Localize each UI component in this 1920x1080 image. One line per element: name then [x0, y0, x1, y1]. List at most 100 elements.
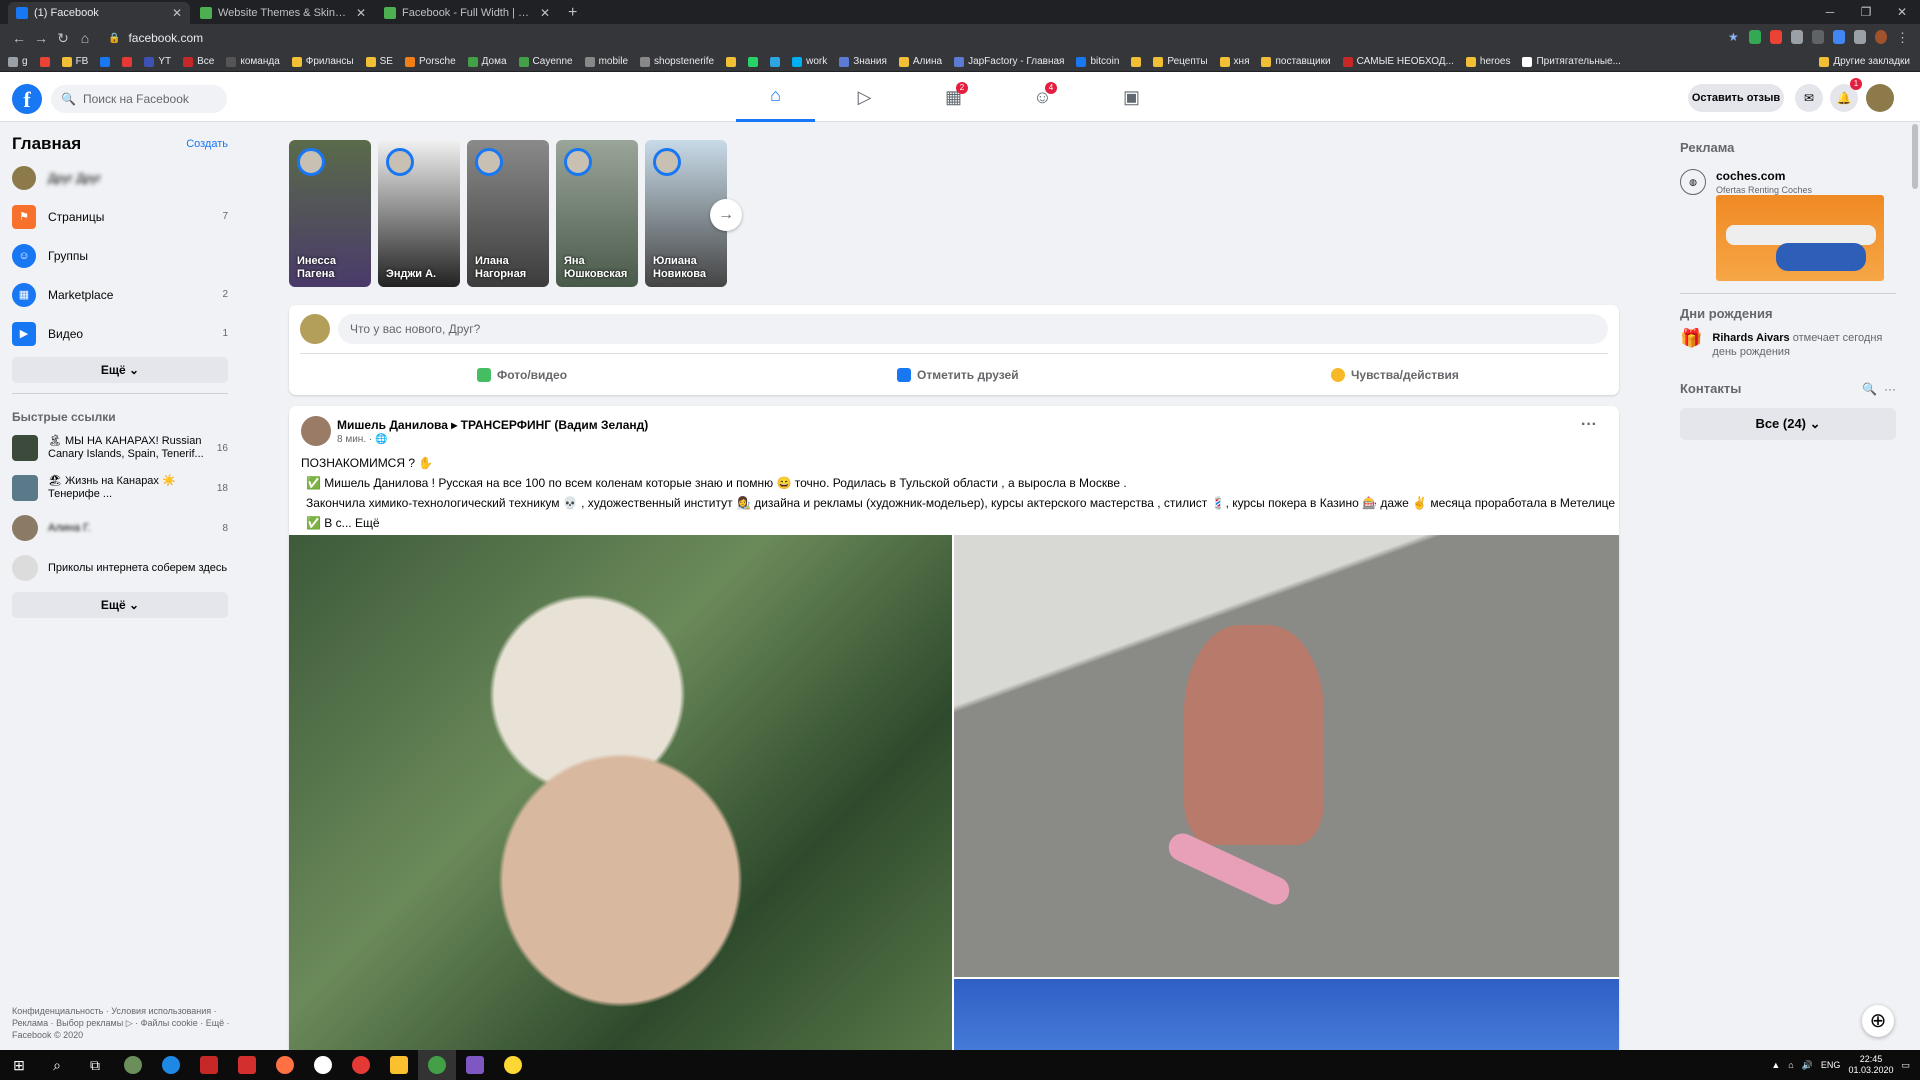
close-tab-icon[interactable]: ✕ [172, 6, 182, 20]
messenger-button[interactable]: ✉ [1795, 84, 1823, 112]
photo-video-button[interactable]: Фото/видео [477, 360, 567, 390]
story-card[interactable]: Яна Юшковская [556, 140, 638, 287]
nav-tab-marketplace[interactable]: ▦ 2 [914, 72, 993, 122]
new-tab-button[interactable]: + [560, 2, 585, 24]
bookmark-item[interactable]: g [8, 56, 28, 67]
footer-links[interactable]: Конфиденциальность · Условия использован… [12, 1005, 232, 1041]
windows-start-icon[interactable]: ⊞ [0, 1050, 38, 1080]
language-indicator[interactable]: ENG [1821, 1060, 1841, 1070]
bookmark-item[interactable]: shopstenerife [640, 56, 714, 67]
tag-friends-button[interactable]: Отметить друзей [897, 360, 1019, 390]
feeling-activity-button[interactable]: Чувства/действия [1331, 360, 1459, 390]
story-card[interactable]: Инесса Пагена [289, 140, 371, 287]
feedback-button[interactable]: Оставить отзыв [1688, 84, 1784, 112]
browser-profile-avatar[interactable] [1875, 30, 1887, 44]
birthday-item[interactable]: 🎁 Rihards Aivars отмечает сегодня день ро… [1680, 329, 1896, 359]
sidebar-item-video[interactable]: ▶ Видео 1 [12, 314, 228, 353]
extension-icon[interactable] [1791, 30, 1803, 44]
notifications-center-icon[interactable]: ▭ [1901, 1060, 1910, 1071]
bookmark-item[interactable]: команда [226, 56, 280, 67]
bookmark-item[interactable]: Porsche [404, 56, 456, 67]
nav-tab-gaming[interactable]: ▣ [1092, 72, 1171, 122]
bookmark-item[interactable]: Рецепты [1153, 56, 1208, 67]
restore-button[interactable]: ❐ [1848, 0, 1884, 24]
bookmark-item[interactable] [122, 56, 133, 67]
bookmark-item[interactable] [100, 56, 111, 67]
post-menu-button[interactable]: ··· [1581, 416, 1597, 434]
profile-avatar[interactable] [1866, 84, 1894, 112]
browser-tab[interactable]: Facebook - Full Width | Userstyle… ✕ [376, 2, 558, 24]
sidebar-item-profile[interactable]: Друг Друг [12, 158, 228, 197]
bookmark-item[interactable]: mobile [584, 56, 628, 67]
extension-icon[interactable] [1749, 30, 1761, 44]
close-tab-icon[interactable]: ✕ [356, 6, 366, 20]
browser-menu-icon[interactable]: ⋮ [1896, 30, 1909, 45]
ad-image[interactable] [1716, 195, 1884, 281]
show-more-shortcuts-button[interactable]: Ещё ⌄ [12, 592, 228, 618]
scrollbar[interactable] [1910, 122, 1920, 1050]
back-icon[interactable]: ← [8, 30, 30, 46]
composer-input[interactable]: Что у вас нового, Друг? [338, 314, 1608, 344]
sidebar-item-groups[interactable]: ☺ Группы [12, 236, 228, 275]
nav-tab-home[interactable]: ⌂ [736, 72, 815, 122]
firefox-icon[interactable] [266, 1050, 304, 1080]
reload-icon[interactable]: ↻ [52, 30, 74, 47]
shortcut-item[interactable]: 🏖 Жизнь на Канарах ☀️ Тенерифе ... 18 [12, 468, 228, 508]
app-icon[interactable] [114, 1050, 152, 1080]
extension-icon[interactable] [1833, 30, 1845, 44]
network-icon[interactable]: ⌂ [1788, 1060, 1793, 1070]
bookmark-item[interactable]: SE [365, 56, 393, 67]
close-window-button[interactable]: ✕ [1884, 0, 1920, 24]
app-icon[interactable] [456, 1050, 494, 1080]
edge-icon[interactable] [152, 1050, 190, 1080]
extension-icon[interactable] [1854, 30, 1866, 44]
bookmark-item[interactable]: bitcoin [1076, 56, 1119, 67]
new-message-button[interactable]: ⊕ [1862, 1005, 1894, 1037]
clock[interactable]: 22:45 01.03.2020 [1848, 1054, 1893, 1076]
bookmark-item[interactable] [770, 56, 781, 67]
post-author[interactable]: Мишель Данилова ▸ ТРАНСЕРФИНГ (Вадим Зел… [337, 418, 648, 432]
volume-icon[interactable]: 🔊 [1802, 1060, 1813, 1071]
bookmark-item[interactable] [726, 56, 737, 67]
create-link[interactable]: Создать [186, 138, 228, 150]
nav-tab-groups[interactable]: ☺ 4 [1003, 72, 1082, 122]
sidebar-item-marketplace[interactable]: ▦ Marketplace 2 [12, 275, 228, 314]
bookmark-item[interactable]: Cayenne [518, 56, 573, 67]
bookmark-item[interactable]: Знания [839, 56, 887, 67]
bookmark-item[interactable]: хня [1219, 56, 1249, 67]
scrollbar-thumb[interactable] [1912, 124, 1918, 189]
nav-tab-watch[interactable]: ▷ [825, 72, 904, 122]
opera-icon[interactable] [342, 1050, 380, 1080]
url-field[interactable]: 🔒 facebook.com [108, 31, 203, 45]
filezilla-icon[interactable] [190, 1050, 228, 1080]
bookmark-item[interactable]: Все [183, 56, 214, 67]
search-icon[interactable]: 🔍 [1862, 382, 1877, 396]
browser-tab[interactable]: (1) Facebook ✕ [8, 2, 190, 24]
bookmark-item[interactable] [1131, 56, 1142, 67]
sidebar-item-pages[interactable]: ⚑ Страницы 7 [12, 197, 228, 236]
bookmark-item[interactable]: heroes [1465, 56, 1510, 67]
shortcut-item[interactable]: Алина Г. 8 [12, 508, 228, 548]
extension-icon[interactable] [1770, 30, 1782, 44]
sponsored-ad[interactable]: ◍ coches.com Ofertas Renting Coches [1680, 169, 1896, 195]
bookmark-item[interactable]: Фрилансы [291, 56, 354, 67]
bookmark-item[interactable]: JapFactory - Главная [954, 56, 1064, 67]
bookmark-star-icon[interactable]: ★ [1728, 30, 1740, 44]
bookmark-item[interactable]: Притягательные... [1522, 56, 1621, 67]
post-timestamp[interactable]: 8 мин. · 🌐 [337, 434, 387, 445]
browser-tab[interactable]: Website Themes & Skins by Styli… ✕ [192, 2, 374, 24]
task-view-icon[interactable]: ⧉ [76, 1050, 114, 1080]
chrome-icon[interactable] [494, 1050, 532, 1080]
extension-icon[interactable] [1812, 30, 1824, 44]
bookmark-item[interactable]: YT [144, 56, 171, 67]
more-options-icon[interactable]: ··· [1884, 382, 1896, 396]
file-explorer-icon[interactable] [380, 1050, 418, 1080]
story-card[interactable]: Илана Нагорная [467, 140, 549, 287]
search-input[interactable]: 🔍 Поиск на Facebook [51, 85, 227, 113]
avatar[interactable] [301, 416, 331, 446]
app-icon[interactable] [228, 1050, 266, 1080]
stories-next-button[interactable]: → [710, 199, 742, 231]
forward-icon[interactable]: → [30, 30, 52, 46]
bookmark-item[interactable]: Алина [898, 56, 942, 67]
shortcut-item[interactable]: 🏝 МЫ НА КАНАРАХ! Russian Canary Islands,… [12, 428, 228, 468]
